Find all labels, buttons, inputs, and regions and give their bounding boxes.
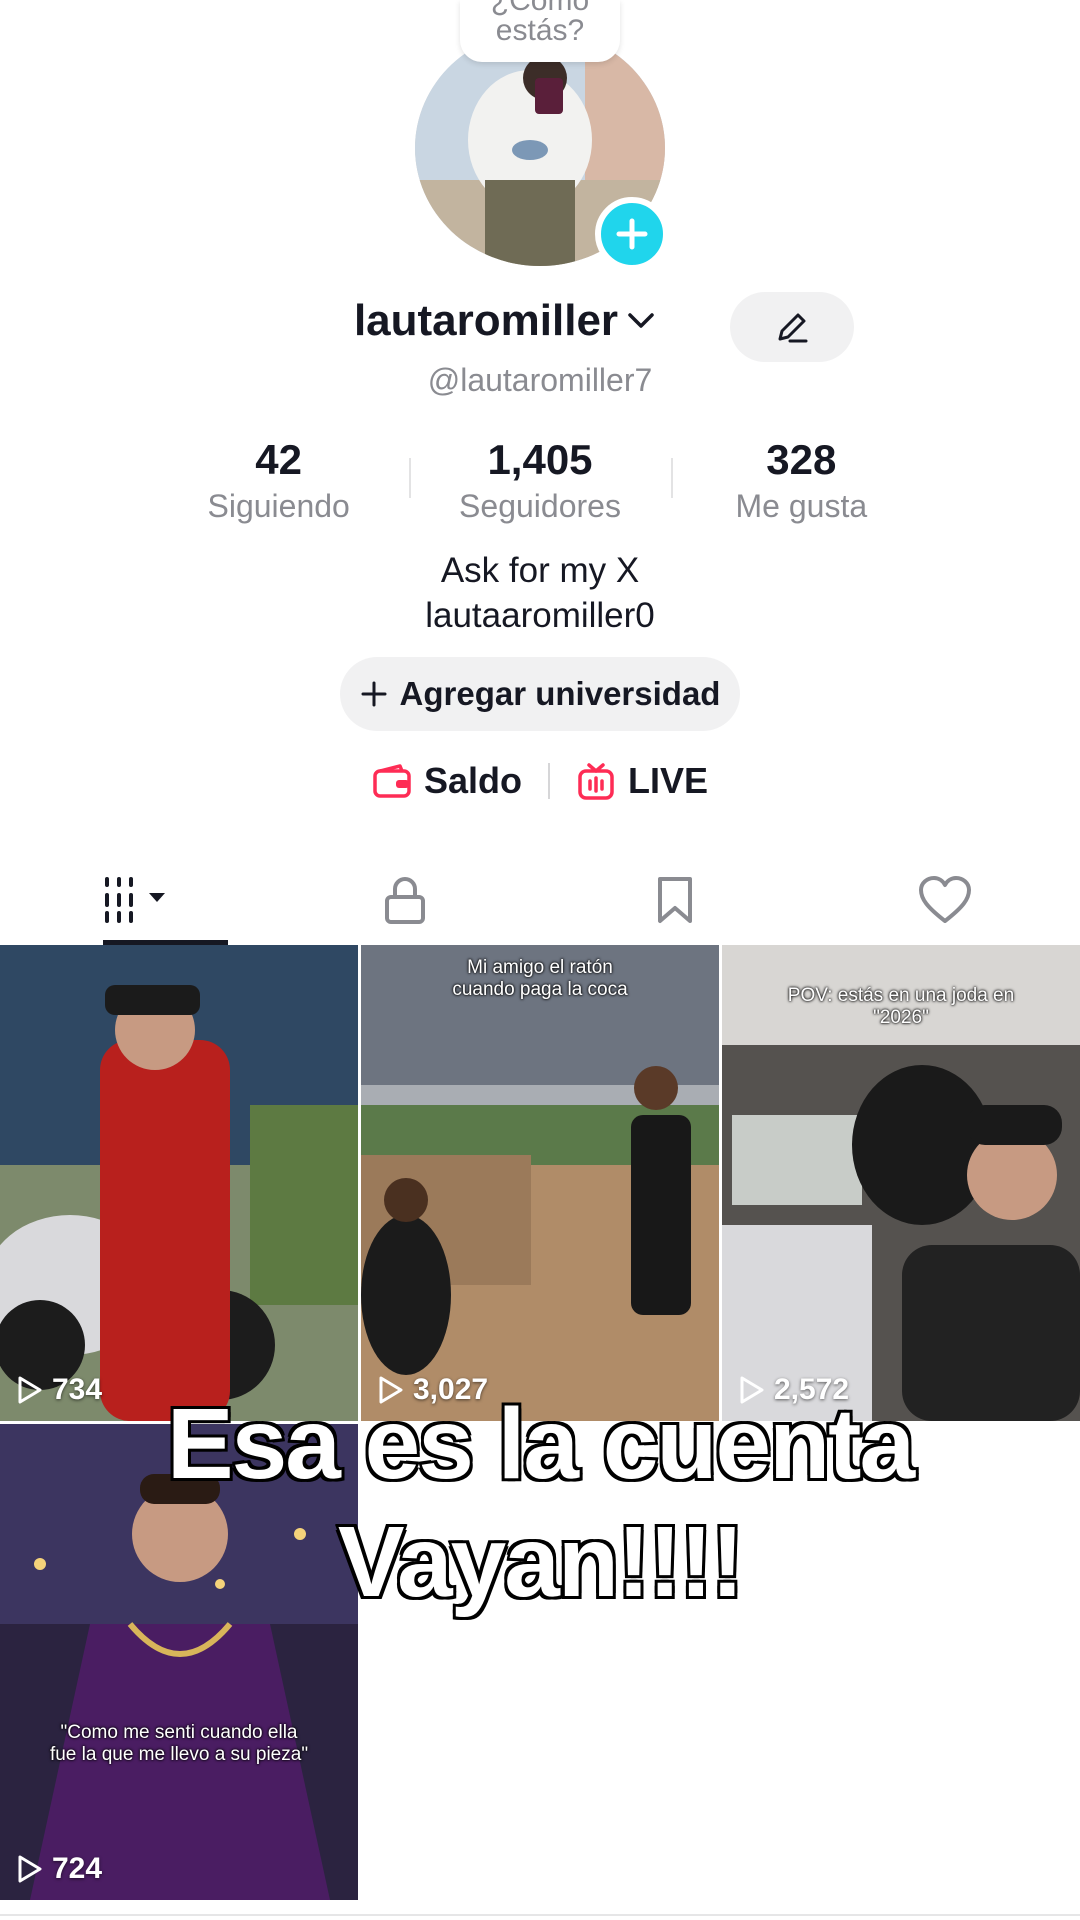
- live-label: LIVE: [628, 760, 709, 801]
- bio-line1: Ask for my X: [440, 551, 640, 590]
- tab-saved[interactable]: [540, 855, 810, 945]
- video-caption-line2: fue la que me llevo a su pieza": [49, 1744, 309, 1765]
- video-caption-line2: "2026": [873, 1007, 929, 1028]
- video-caption-line1: POV: estás en una joda en: [787, 985, 1015, 1006]
- overlay-line2: Vayan!!!!: [335, 1504, 746, 1621]
- video-thumbnail-image: [0, 945, 358, 1421]
- status-bubble[interactable]: ¿Cómo estás?: [460, 0, 620, 62]
- following-count: 42: [255, 436, 303, 483]
- view-count-value: 724: [52, 1852, 103, 1885]
- wallet-icon: [373, 764, 411, 798]
- video-caption-line1: Mi amigo el ratón: [467, 957, 613, 978]
- video-caption: Mi amigo el ratón cuando paga la coca: [361, 957, 719, 1001]
- add-university-label: Agregar universidad: [399, 675, 721, 712]
- lock-icon: [385, 877, 425, 924]
- tab-private[interactable]: [270, 855, 540, 945]
- plus-icon: [616, 218, 648, 250]
- grid-icon: [105, 877, 165, 923]
- video-thumbnail[interactable]: 734: [0, 945, 358, 1421]
- video-thumbnail-image: [361, 945, 719, 1421]
- likes-count: 328: [766, 436, 837, 483]
- divider: [548, 763, 550, 799]
- chevron-down-icon: [628, 313, 654, 328]
- plus-icon: [361, 681, 387, 707]
- username-row[interactable]: lautaromiller: [0, 296, 1080, 346]
- username: lautaromiller: [353, 296, 619, 345]
- video-caption-line2: cuando paga la coca: [452, 979, 628, 1000]
- bio-line2: lautaaromiller0: [425, 596, 655, 635]
- video-thumbnail[interactable]: POV: estás en una joda en "2026" 2,572: [722, 945, 1080, 1421]
- add-story-button[interactable]: [595, 197, 669, 271]
- play-icon: [18, 1855, 42, 1883]
- following-label: Siguiendo: [207, 488, 350, 524]
- divider: [0, 1914, 1080, 1916]
- followers-stat[interactable]: 1,405 Seguidores: [409, 436, 670, 528]
- video-caption: POV: estás en una joda en "2026": [722, 985, 1080, 1029]
- pencil-icon: [778, 313, 808, 343]
- live-tv-icon: [578, 763, 614, 800]
- view-count: 724: [14, 1852, 102, 1886]
- likes-stat[interactable]: 328 Me gusta: [670, 436, 932, 528]
- following-stat[interactable]: 42 Siguiendo: [148, 436, 409, 528]
- video-caption: "Como me senti cuando ella fue la que me…: [0, 1722, 358, 1766]
- status-bubble-line2: estás?: [495, 14, 585, 47]
- edit-profile-button[interactable]: [730, 292, 854, 362]
- bookmark-icon: [658, 877, 692, 923]
- video-caption-line1: "Como me senti cuando ella: [60, 1722, 298, 1743]
- add-university-button[interactable]: Agregar universidad: [340, 657, 740, 731]
- profile-links: Saldo LIVE: [0, 760, 1080, 802]
- profile-bio: Ask for my X lautaaromiller0: [0, 548, 1080, 638]
- balance-link[interactable]: Saldo: [372, 760, 522, 802]
- video-thumbnail[interactable]: Mi amigo el ratón cuando paga la coca 3,…: [361, 945, 719, 1421]
- overlay-line1: Esa es la cuenta: [164, 1386, 917, 1503]
- likes-label: Me gusta: [735, 488, 868, 524]
- live-link[interactable]: LIVE: [576, 760, 708, 802]
- profile-handle: @lautaromiller7: [427, 362, 653, 398]
- heart-icon: [919, 876, 971, 923]
- balance-label: Saldo: [423, 760, 522, 801]
- profile-tabs: [0, 855, 1080, 945]
- overlay-caption: Esa es la cuenta Vayan!!!!: [0, 1385, 1080, 1621]
- profile-stats: 42 Siguiendo 1,405 Seguidores 328 Me gus…: [148, 436, 932, 528]
- tab-liked[interactable]: [810, 855, 1080, 945]
- followers-count: 1,405: [487, 436, 593, 483]
- followers-label: Seguidores: [459, 488, 621, 524]
- tab-videos[interactable]: [0, 855, 270, 945]
